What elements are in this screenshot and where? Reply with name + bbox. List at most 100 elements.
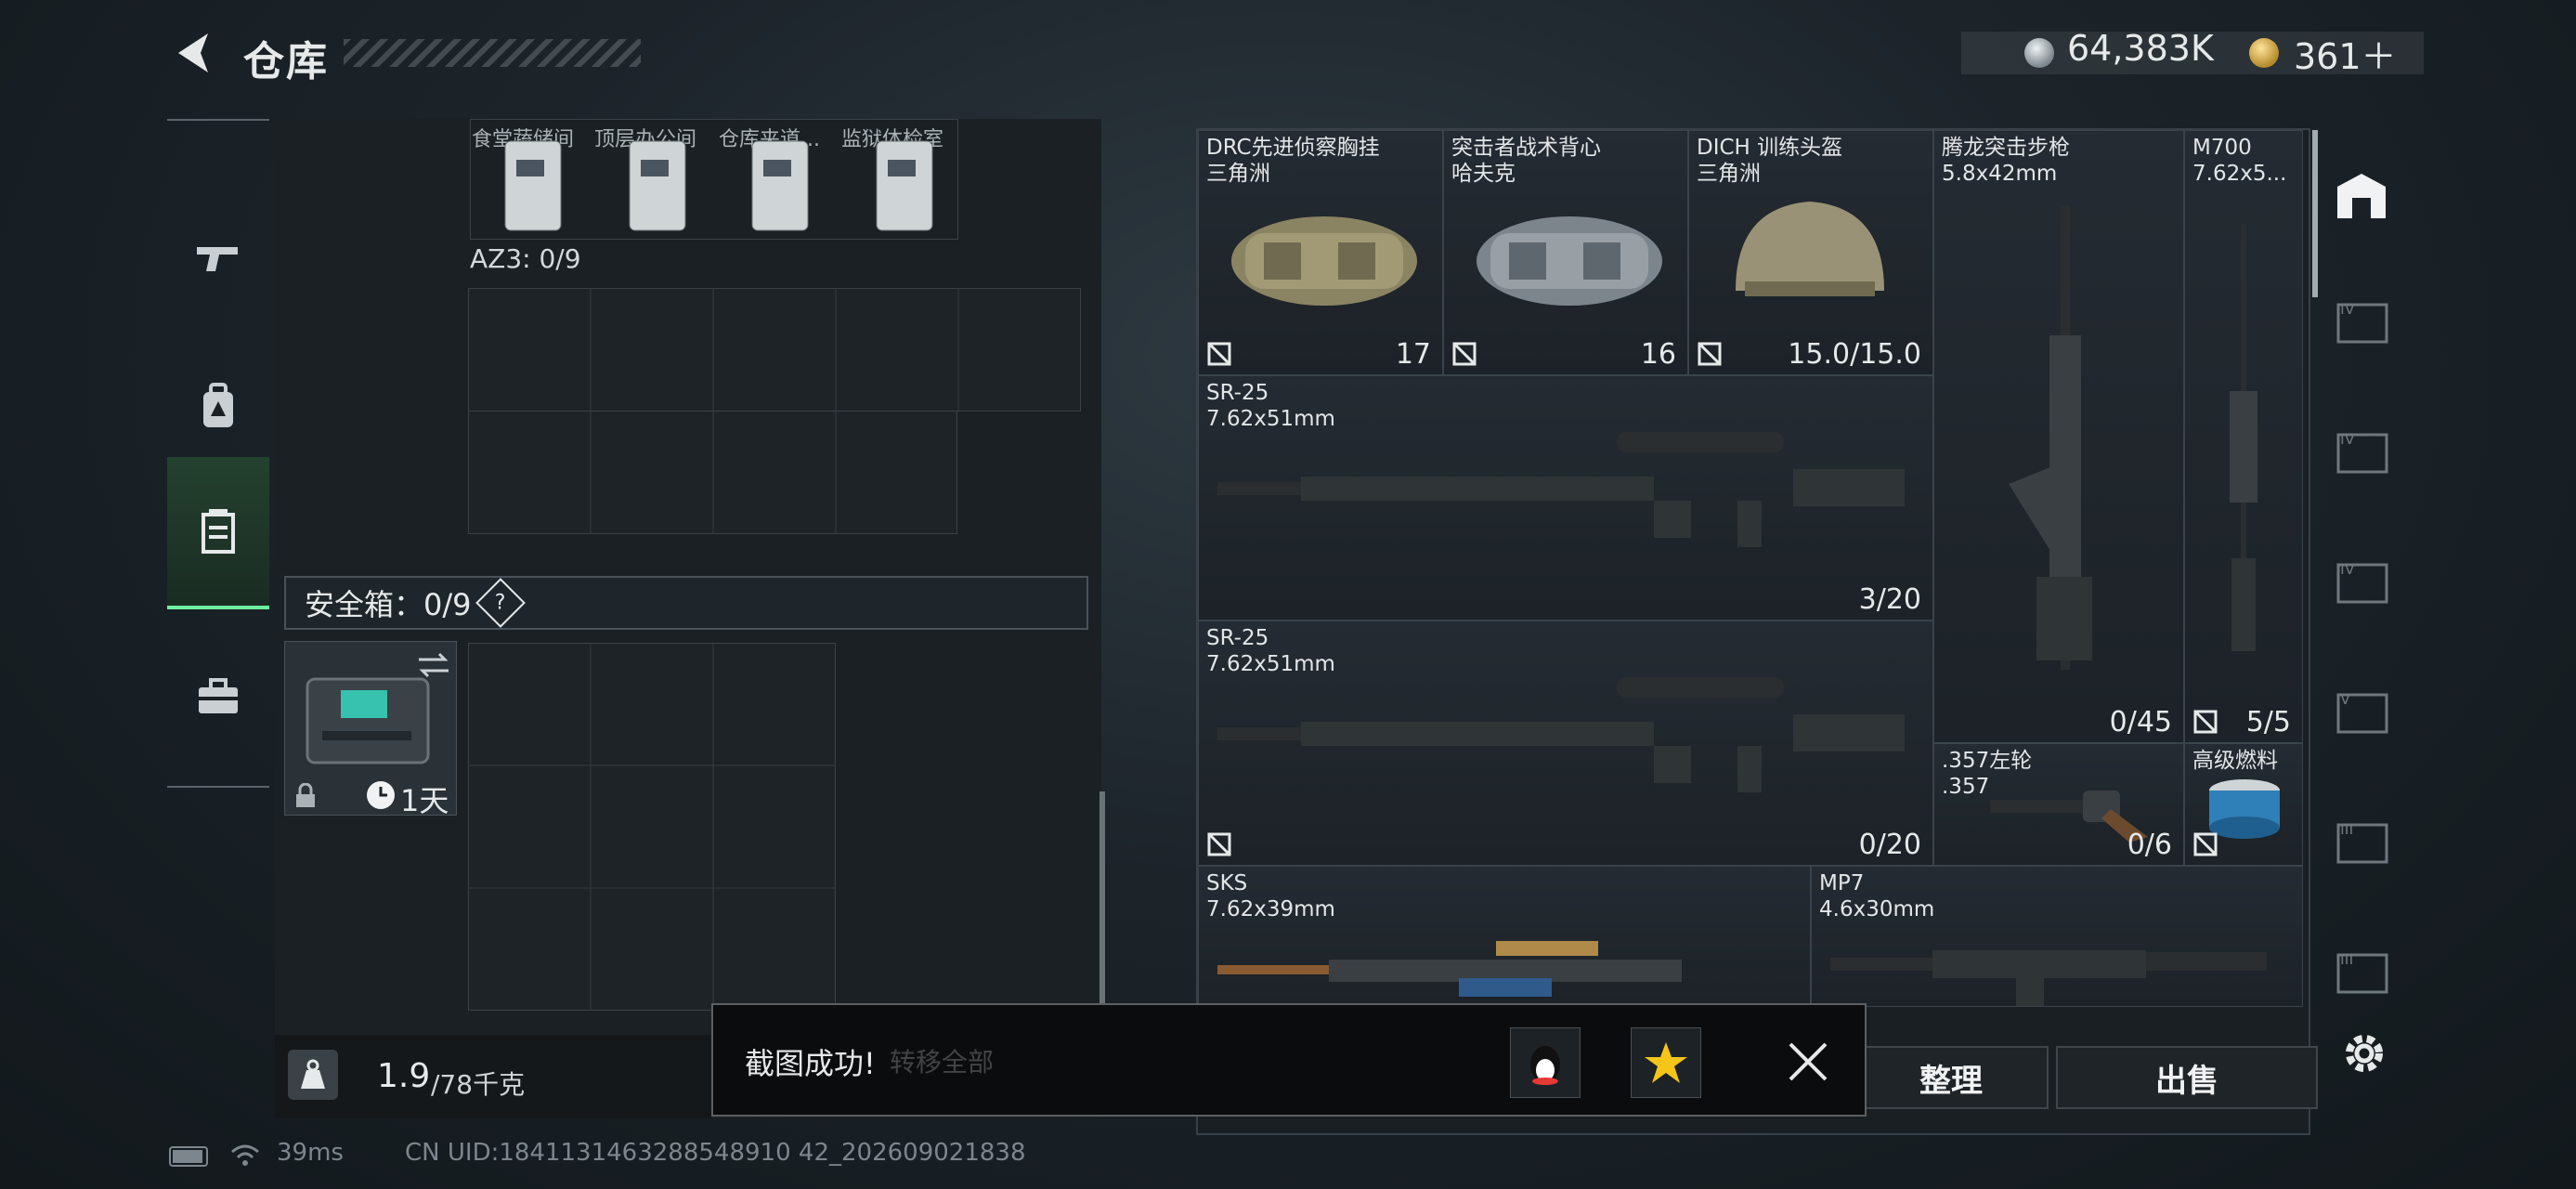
screenshot-toast: 截图成功! 转移全部 [711,1003,1867,1117]
no-sell-icon [1452,342,1477,366]
tab-locker[interactable] [167,457,269,609]
no-sell-icon [1207,832,1231,856]
svg-text:III: III [2340,950,2353,968]
silver-amount: 64,383K [2067,28,2214,69]
swap-icon[interactable] [417,651,450,679]
tab-briefcase[interactable] [167,622,269,771]
item-sr25[interactable]: SR-25 7.62x51mm 0/20 [1198,621,1933,866]
briefcase-icon [199,678,238,713]
item-count: 0/6 [2127,829,2172,861]
keycard-row [504,140,933,231]
item-count: 15.0/15.0 [1788,338,1921,371]
item-mp7[interactable]: MP7 4.6x30mm [1811,866,2303,1007]
safe-box-duration: 1天 [400,783,449,818]
stash-page-tab-icon[interactable]: III [2335,816,2390,868]
safe-box-grid[interactable] [468,643,836,1011]
stash-page-tab-icon[interactable]: IV [2335,425,2390,477]
sr25-rifle-icon [1217,677,1905,792]
no-sell-icon [1698,342,1722,366]
chest-rig-icon [1231,216,1417,306]
sort-button[interactable]: 整理 [1854,1046,2049,1109]
star-icon [1645,1042,1687,1083]
item-fuel[interactable]: 高级燃料 [2184,743,2303,866]
sr25-rifle-icon [1217,432,1905,547]
lock-icon [296,783,315,807]
stash-page-tab-icon[interactable]: IV [2335,555,2390,608]
no-sell-icon [2193,832,2218,856]
ping-value: 39ms [277,1139,344,1167]
item-count: 0/20 [1858,829,1921,861]
item-count: 17 [1395,338,1431,371]
rifle-vertical-icon [2009,205,2092,670]
left-scrollbar[interactable] [1099,791,1105,1013]
keycard-icon [751,140,809,231]
weight-max: /78千克 [431,1069,526,1100]
helmet-icon [1736,202,1884,296]
item-assault-rifle[interactable]: 腾龙突击步枪 5.8x42mm 0/45 [1933,130,2184,743]
weight-icon [288,1050,338,1100]
svg-text:IV: IV [2340,560,2355,578]
no-sell-icon [1207,342,1231,366]
mp7-icon [1830,950,2267,1006]
share-qq-button[interactable] [1510,1027,1581,1098]
gold-coin-icon [2249,38,2279,68]
item-count: 5/5 [2245,706,2291,738]
svg-text:IV: IV [2340,430,2355,448]
stash-page-tab-icon[interactable]: IV [2335,295,2390,347]
page-title: 仓库 [243,38,329,85]
share-qzone-button[interactable] [1631,1027,1701,1098]
back-arrow-icon[interactable] [171,30,214,76]
item-revolver[interactable]: .357左轮 .357 0/6 [1933,743,2184,866]
svg-text:III: III [2340,820,2353,838]
no-sell-icon [2193,710,2218,734]
item-sr25[interactable]: SR-25 7.62x51mm 3/20 [1198,375,1933,621]
stash-home-icon [2337,174,2386,218]
safe-box-label: 安全箱：0/9 [305,587,472,622]
keycard-icon [876,140,933,231]
svg-text:IV: IV [2340,300,2355,318]
uid-text: CN UID:1841131463288548910 42_2026090218… [405,1139,1026,1167]
stash-page-sidebar: IV IV IV V III III [2316,128,2409,1135]
sks-rifle-icon [1217,941,1682,997]
item-chest-rig[interactable]: DRC先进侦察胸挂 三角洲 17 [1198,130,1443,375]
gold-amount[interactable]: 361＋ [2294,28,2397,79]
help-icon[interactable]: ? [475,578,526,628]
keycard-icon [629,140,686,231]
gun-icon [197,247,238,271]
penguin-icon [1530,1046,1560,1085]
weight-bar: 1.9 /78千克 [275,1035,711,1118]
silver-coin-icon [2024,38,2054,68]
stash-home-tab[interactable] [2331,165,2392,227]
transfer-all-label: 转移全部 [890,1047,995,1078]
tab-weapons[interactable] [167,184,269,333]
sniper-vertical-icon [2230,224,2257,651]
locker-icon [202,509,235,554]
sell-button[interactable]: 出售 [2056,1046,2318,1109]
battery-icon [169,1146,208,1167]
item-count: 3/20 [1858,583,1921,616]
item-tactical-vest[interactable]: 突击者战术背心 哈夫克 16 [1443,130,1688,375]
title-decoration [344,39,641,67]
safe-box-bar: 安全箱：0/9 ? [284,576,1088,630]
az3-label: AZ3: 0/9 [470,243,581,274]
stash-page-tab-icon[interactable]: V [2335,686,2390,738]
vest-icon [1477,216,1662,306]
item-sniper-m700[interactable]: M700 7.62x5... 5/5 [2184,130,2303,743]
item-helmet[interactable]: DICH 训练头盔 三角洲 15.0/15.0 [1688,130,1933,375]
svg-text:V: V [2340,690,2350,708]
backpack-icon [203,383,233,427]
gear-icon[interactable] [2340,1029,2388,1078]
close-icon[interactable] [1787,1040,1829,1083]
safe-box-item[interactable]: 1天 [284,641,457,818]
keycard-icon [504,140,562,231]
item-count: 0/45 [2109,706,2172,738]
item-count: 16 [1640,338,1676,371]
left-tab-bar [167,119,269,788]
toast-message: 截图成功! [745,1046,876,1081]
weight-current: 1.9 [377,1057,431,1095]
clock-icon [367,781,395,809]
item-sks[interactable]: SKS 7.62x39mm [1198,866,1811,1007]
wifi-icon [231,1144,259,1166]
az3-grid[interactable] [468,288,1081,535]
stash-page-tab-icon[interactable]: III [2335,946,2390,998]
